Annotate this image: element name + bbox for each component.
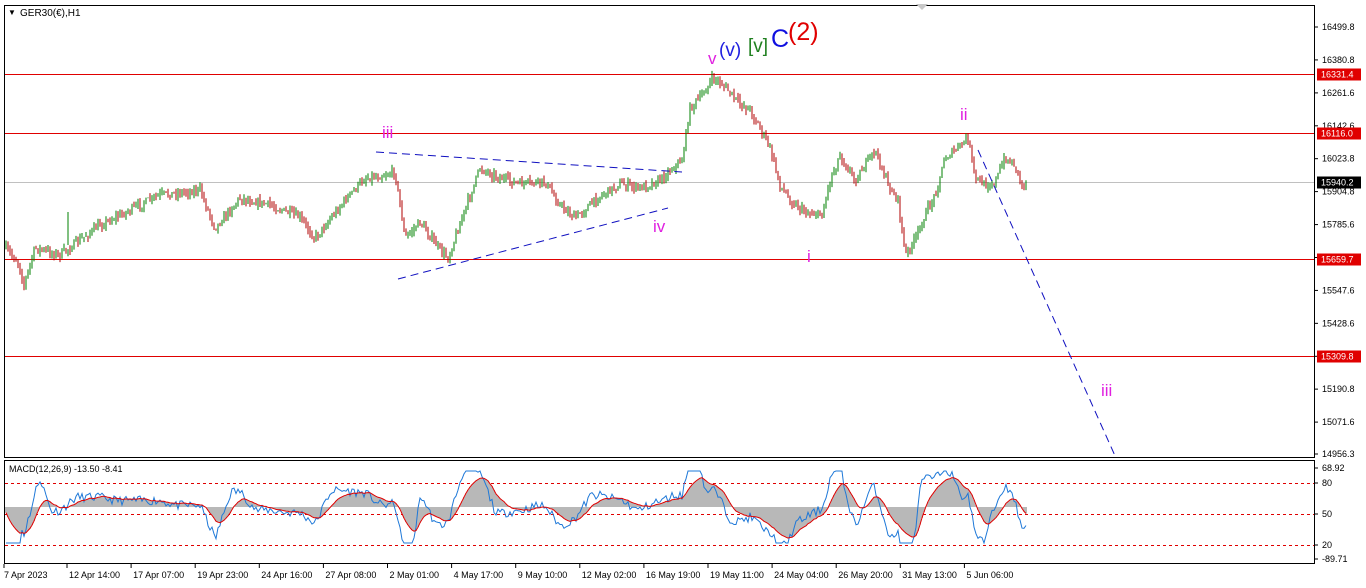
symbol-label: GER30(€),H1: [20, 8, 81, 19]
price-tick-label: 15428.6: [1322, 318, 1355, 328]
wave-label: (2): [788, 18, 819, 46]
time-tick-label: 12 Apr 14:00: [69, 570, 120, 580]
indicator-title: MACD(12,26,9) -13.50 -8.41: [9, 464, 123, 474]
indicator-tick-label: 80: [1322, 478, 1332, 488]
wave-label: iv: [653, 217, 666, 236]
wave-label: v: [708, 49, 717, 68]
wave-label: ii: [960, 105, 968, 124]
wave-label: (v): [719, 40, 741, 61]
price-chart[interactable]: ▼ GER30(€),H1 MACD(12,26,9) -13.50 -8.41…: [0, 0, 1366, 588]
indicator-tick-label: 20: [1322, 540, 1332, 550]
price-tick-label: 16261.6: [1322, 88, 1355, 98]
price-tick-label: 16499.8: [1322, 22, 1355, 32]
wave-label: C: [771, 25, 789, 53]
price-tick-label: 15190.8: [1322, 384, 1355, 394]
time-tick-label: 17 Apr 07:00: [133, 570, 184, 580]
level-price-label: 16116.0: [1321, 129, 1353, 139]
wave-label: i: [807, 247, 811, 266]
level-price-label: 15659.7: [1321, 255, 1354, 265]
indicator-tick-label: 50: [1322, 509, 1332, 519]
time-tick-label: 24 Apr 16:00: [261, 570, 312, 580]
price-tick-label: 16380.8: [1322, 55, 1355, 65]
indicator-tick-label: 68.92: [1322, 463, 1345, 473]
indicator-axis: 68.92 80 50 20 -89.71: [1314, 463, 1348, 564]
level-price-label: 15309.8: [1321, 352, 1354, 362]
price-axis: 16499.816380.816261.616142.616023.815904…: [1314, 22, 1361, 459]
price-tick-label: 15071.6: [1322, 417, 1355, 427]
wave-label: iii: [1101, 381, 1112, 400]
price-tick-label: 15547.6: [1322, 285, 1355, 295]
price-tick-label: 14956.3: [1322, 449, 1355, 459]
price-tick-label: 16023.8: [1322, 154, 1355, 164]
time-tick-label: 19 Apr 23:00: [197, 570, 248, 580]
time-tick-label: 5 Jun 06:00: [966, 570, 1013, 580]
time-tick-label: 2 May 01:00: [390, 570, 440, 580]
time-tick-label: 19 May 11:00: [710, 570, 764, 580]
indicator-plot-frame: [4, 460, 1315, 564]
time-tick-label: 9 May 10:00: [518, 570, 568, 580]
price-tick-label: 15785.6: [1322, 220, 1355, 230]
time-tick-label: 24 May 04:00: [774, 570, 829, 580]
time-tick-label: 26 May 20:00: [838, 570, 893, 580]
wave-label: iii: [382, 123, 393, 142]
time-tick-label: 16 May 19:00: [646, 570, 701, 580]
wave-label: [v]: [748, 36, 768, 57]
current-price-label: 15940.2: [1321, 178, 1354, 188]
time-tick-label: 12 May 02:00: [582, 570, 637, 580]
indicator-tick-label: -89.71: [1322, 554, 1348, 564]
time-tick-label: 27 Apr 08:00: [325, 570, 376, 580]
chart-menu-icon[interactable]: ▼: [8, 8, 16, 17]
time-tick-label: 4 May 17:00: [454, 570, 504, 580]
time-tick-label: 7 Apr 2023: [4, 570, 48, 580]
time-tick-label: 31 May 13:00: [902, 570, 957, 580]
level-price-label: 16331.4: [1321, 70, 1354, 80]
